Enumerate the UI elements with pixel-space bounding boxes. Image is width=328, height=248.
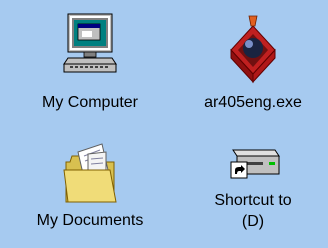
desktop-icon-label: ar405eng.exe <box>204 94 302 111</box>
drive-shortcut-icon <box>230 149 280 179</box>
desktop-icon-label-line: Shortcut to <box>214 192 292 209</box>
my-computer-icon <box>63 13 117 73</box>
folder-documents-icon <box>63 143 117 203</box>
desktop-icon-label-line: (D) <box>241 213 265 230</box>
desktop-icon-label: My Computer <box>41 94 139 111</box>
desktop-icon-label: My Documents <box>36 212 144 229</box>
desktop: My Computer ar405eng.exe My Documents Sh… <box>0 0 328 248</box>
installer-box-icon <box>230 15 276 84</box>
desktop-icon-label: Shortcut to (D) <box>178 190 328 232</box>
